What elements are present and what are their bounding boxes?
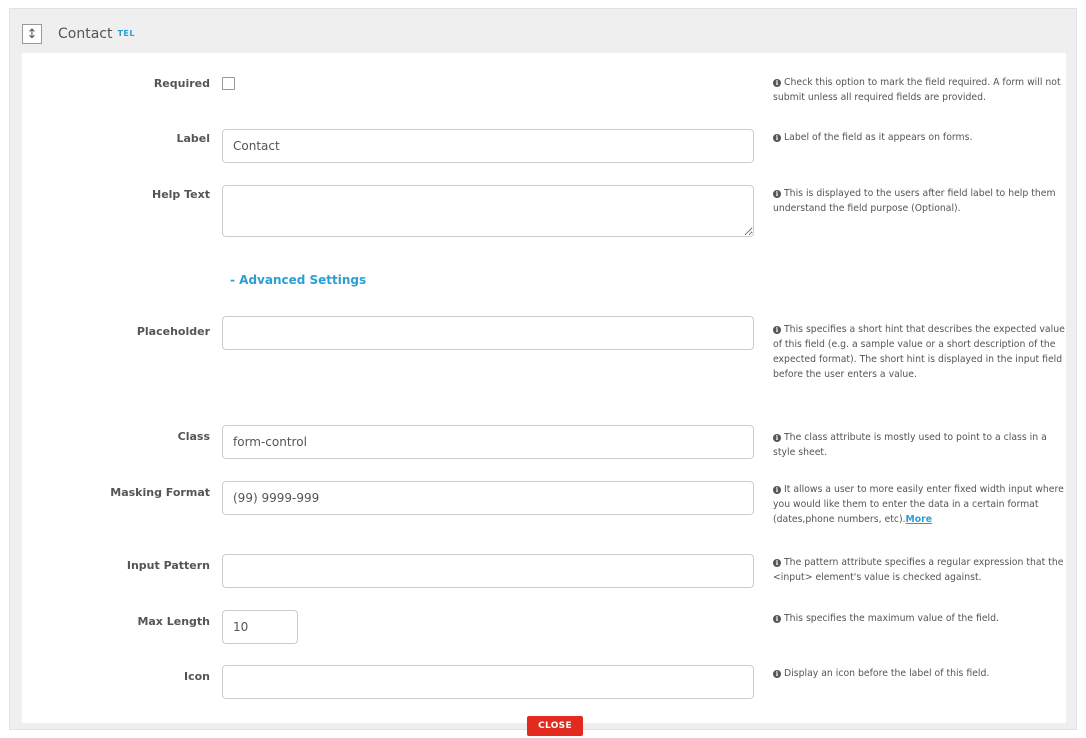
icon-help: i Display an icon before the label of thi…	[773, 666, 1069, 681]
masking-format-input[interactable]	[222, 481, 754, 515]
info-icon: i	[773, 326, 781, 334]
placeholder-help: i This specifies a short hint that descri…	[773, 324, 1065, 380]
help-text-textarea[interactable]	[222, 185, 754, 237]
field-settings-body: Required i Check this option to mark the …	[22, 53, 1069, 736]
required-label: Required	[153, 77, 210, 90]
info-icon: i	[773, 134, 781, 142]
input-pattern-help: i The pattern attribute specifies a regul…	[773, 557, 1064, 583]
info-icon: i	[773, 79, 781, 87]
label-label: Label	[176, 132, 210, 145]
class-label: Class	[177, 430, 210, 443]
input-pattern-input[interactable]	[222, 554, 754, 588]
masking-format-label: Masking Format	[110, 486, 210, 499]
field-type-badge: TEL	[117, 28, 135, 38]
placeholder-label: Placeholder	[136, 325, 210, 338]
info-icon: i	[773, 670, 781, 678]
field-panel: ↕ Contact TEL Required i Check this optio…	[9, 8, 1077, 736]
info-icon: i	[773, 434, 781, 442]
field-header: ↕ Contact TEL	[22, 19, 135, 49]
placeholder-input[interactable]	[222, 316, 754, 350]
info-icon: i	[773, 559, 781, 567]
help-text-label: Help Text	[152, 188, 210, 201]
max-length-label: Max Length	[137, 615, 210, 628]
masking-format-help: i It allows a user to more easily enter f…	[773, 484, 1064, 525]
max-length-input[interactable]	[222, 610, 298, 644]
advanced-settings-toggle[interactable]: - Advanced Settings	[230, 273, 366, 287]
field-title[interactable]: Contact	[58, 26, 112, 42]
info-icon: i	[773, 615, 781, 623]
max-length-help: i This specifies the maximum value of the…	[773, 611, 1069, 626]
icon-input[interactable]	[222, 665, 754, 699]
label-input[interactable]	[222, 129, 754, 163]
more-link[interactable]: More	[906, 514, 933, 525]
required-checkbox[interactable]	[222, 77, 235, 90]
label-help: i Label of the field as it appears on for…	[773, 130, 1069, 145]
class-help: i The class attribute is mostly used to p…	[773, 432, 1047, 458]
info-icon: i	[773, 190, 781, 198]
required-help: i Check this option to mark the field req…	[773, 77, 1061, 103]
class-input[interactable]	[222, 425, 754, 459]
icon-label: Icon	[183, 670, 210, 683]
close-button[interactable]: CLOSE	[527, 716, 583, 736]
help-text-help: i This is displayed to the users after fi…	[773, 188, 1056, 214]
drag-handle-icon[interactable]: ↕	[22, 24, 42, 44]
input-pattern-label: Input Pattern	[126, 559, 210, 572]
info-icon: i	[773, 486, 781, 494]
